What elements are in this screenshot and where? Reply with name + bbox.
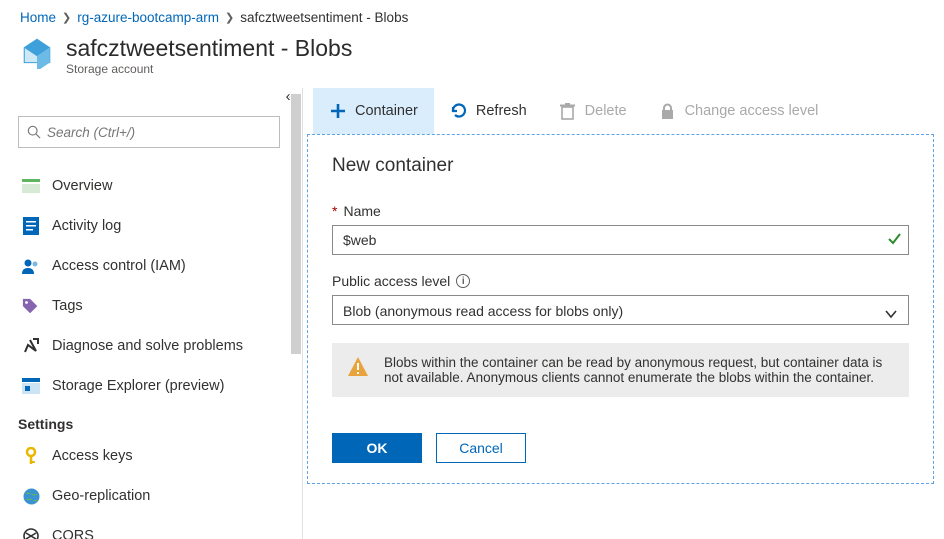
- page-subtitle: Storage account: [66, 62, 352, 76]
- cancel-button[interactable]: Cancel: [436, 433, 526, 463]
- plus-icon: [329, 102, 347, 120]
- toolbar-container-button[interactable]: Container: [313, 88, 434, 134]
- lock-icon: [659, 102, 677, 120]
- sidebar-item-label: CORS: [52, 528, 94, 539]
- sidebar-item-label: Geo-replication: [52, 488, 150, 504]
- sidebar-item-access-keys[interactable]: Access keys: [18, 436, 298, 476]
- access-label: Public access level: [332, 273, 450, 289]
- tags-icon: [22, 297, 40, 315]
- sidebar-item-cors[interactable]: CORS: [18, 516, 298, 539]
- search-icon: [27, 125, 41, 139]
- sidebar-item-label: Access control (IAM): [52, 258, 186, 274]
- name-label-row: * Name: [332, 203, 909, 219]
- new-container-panel: New container * Name Public access level…: [307, 134, 934, 484]
- sidebar-item-label: Overview: [52, 178, 112, 194]
- breadcrumb-home[interactable]: Home: [20, 10, 56, 25]
- sidebar-nav: Overview Activity log Access control (IA…: [18, 166, 298, 539]
- access-select-value: Blob (anonymous read access for blobs on…: [343, 303, 623, 319]
- toolbar-refresh-button[interactable]: Refresh: [434, 88, 543, 134]
- access-level-select[interactable]: Blob (anonymous read access for blobs on…: [332, 295, 909, 325]
- toolbar: Container Refresh Delete Change access l…: [303, 88, 944, 134]
- name-label: Name: [343, 203, 380, 219]
- info-text: Blobs within the container can be read b…: [384, 355, 895, 385]
- sidebar: « Search (Ctrl+/) Overview Activity log …: [0, 88, 302, 539]
- explorer-icon: [22, 377, 40, 395]
- access-select-row: Blob (anonymous read access for blobs on…: [332, 295, 909, 325]
- sidebar-section-settings: Settings: [18, 416, 298, 432]
- info-icon[interactable]: i: [456, 274, 470, 288]
- sidebar-item-activity[interactable]: Activity log: [18, 206, 298, 246]
- globe-icon: [22, 487, 40, 505]
- sidebar-item-diagnose[interactable]: Diagnose and solve problems: [18, 326, 298, 366]
- sidebar-item-label: Storage Explorer (preview): [52, 378, 224, 394]
- chevron-down-icon: [884, 303, 898, 329]
- sidebar-item-explorer[interactable]: Storage Explorer (preview): [18, 366, 298, 406]
- trash-icon: [559, 102, 577, 120]
- iam-icon: [22, 257, 40, 275]
- toolbar-delete-button: Delete: [543, 88, 643, 134]
- chevron-right-icon: ❯: [62, 11, 71, 24]
- storage-account-icon: [20, 35, 54, 69]
- ok-label: OK: [367, 440, 388, 456]
- panel-buttons: OK Cancel: [332, 433, 909, 463]
- cancel-label: Cancel: [459, 440, 503, 456]
- name-input-row: [332, 225, 909, 255]
- search-placeholder: Search (Ctrl+/): [47, 125, 135, 140]
- overview-icon: [22, 177, 40, 195]
- breadcrumb-rg[interactable]: rg-azure-bootcamp-arm: [77, 10, 219, 25]
- key-icon: [22, 447, 40, 465]
- ok-button[interactable]: OK: [332, 433, 422, 463]
- sidebar-item-label: Access keys: [52, 448, 133, 464]
- panel-heading: New container: [332, 155, 909, 177]
- page-title-row: safcztweetsentiment - Blobs Storage acco…: [0, 29, 944, 88]
- info-box: Blobs within the container can be read b…: [332, 343, 909, 397]
- chevron-right-icon: ❯: [225, 11, 234, 24]
- sidebar-item-tags[interactable]: Tags: [18, 286, 298, 326]
- access-label-row: Public access level i: [332, 273, 909, 289]
- sidebar-scrollbar[interactable]: [290, 88, 302, 539]
- breadcrumb: Home ❯ rg-azure-bootcamp-arm ❯ safcztwee…: [0, 0, 944, 29]
- sidebar-item-iam[interactable]: Access control (IAM): [18, 246, 298, 286]
- sidebar-item-label: Tags: [52, 298, 83, 314]
- toolbar-label: Container: [355, 103, 418, 119]
- sidebar-item-label: Activity log: [52, 218, 121, 234]
- cors-icon: [22, 527, 40, 539]
- warning-icon: [346, 355, 370, 379]
- breadcrumb-current: safcztweetsentiment - Blobs: [240, 10, 408, 25]
- sidebar-item-geo[interactable]: Geo-replication: [18, 476, 298, 516]
- toolbar-label: Delete: [585, 103, 627, 119]
- sidebar-item-overview[interactable]: Overview: [18, 166, 298, 206]
- validation-check-icon: [887, 232, 901, 249]
- required-asterisk: *: [332, 203, 337, 219]
- sidebar-search[interactable]: Search (Ctrl+/): [18, 116, 280, 148]
- activity-log-icon: [22, 217, 40, 235]
- sidebar-item-label: Diagnose and solve problems: [52, 338, 243, 354]
- toolbar-access-button: Change access level: [643, 88, 835, 134]
- container-name-input[interactable]: [332, 225, 909, 255]
- toolbar-label: Refresh: [476, 103, 527, 119]
- page-title: safcztweetsentiment - Blobs: [66, 35, 352, 62]
- main-content: Container Refresh Delete Change access l…: [303, 88, 944, 539]
- refresh-icon: [450, 102, 468, 120]
- diagnose-icon: [22, 337, 40, 355]
- toolbar-label: Change access level: [685, 103, 819, 119]
